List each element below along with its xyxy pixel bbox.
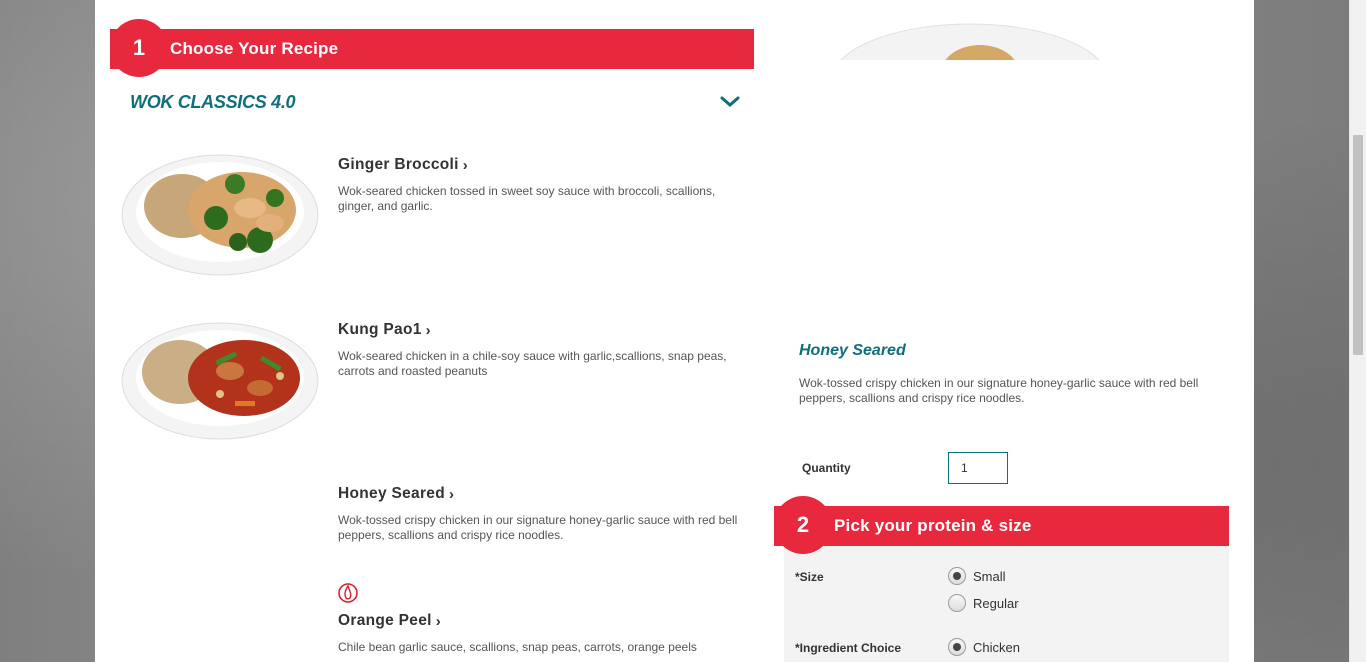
size-option-small[interactable]: Small [948, 567, 1006, 585]
step2-number: 2 [774, 496, 832, 554]
recipe-description: Chile bean garlic sauce, scallions, snap… [338, 640, 697, 654]
quantity-label: Quantity [802, 461, 851, 475]
recipe-name[interactable]: Kung Pao1 [338, 321, 422, 339]
category-toggle[interactable]: WOK CLASSICS 4.0 [130, 88, 740, 116]
chevron-right-icon: › [448, 485, 455, 503]
recipe-description: Wok-seared chicken in a chile-soy sauce … [338, 349, 727, 378]
selected-recipe-image [840, 23, 1100, 60]
chevron-down-icon[interactable] [720, 96, 740, 108]
ginger-broccoli-image[interactable] [120, 148, 320, 280]
kung-pao-image[interactable] [120, 316, 320, 444]
radio-label: Small [973, 568, 1006, 584]
radio-button[interactable] [948, 567, 966, 585]
detail-title: Honey Seared [799, 342, 906, 359]
recipe-name[interactable]: Ginger Broccoli [338, 156, 459, 174]
chevron-right-icon: › [435, 612, 442, 630]
recipe-name-link[interactable]: Kung Pao1 › [338, 321, 748, 339]
chevron-right-icon: › [425, 321, 431, 339]
category-name: WOK CLASSICS 4.0 [130, 91, 296, 112]
recipe-description: Wok-tossed crispy chicken in our signatu… [338, 513, 738, 542]
recipe-name-link[interactable]: Orange Peel › [338, 612, 748, 630]
size-option-regular[interactable]: Regular [948, 594, 1019, 612]
radio-label: Chicken [973, 639, 1020, 655]
recipe-name[interactable]: Honey Seared [338, 485, 445, 503]
radio-button[interactable] [948, 638, 966, 656]
step2-banner: 2 Pick your protein & size [774, 496, 1229, 554]
recipe-name-link[interactable]: Honey Seared › [338, 485, 748, 503]
page-content: 1 Choose Your Recipe WOK CLASSICS 4.0 Gi… [95, 0, 1254, 662]
spicy-icon [338, 583, 358, 603]
recipe-name[interactable]: Orange Peel [338, 612, 432, 630]
recipe-name-link[interactable]: Ginger Broccoli › [338, 156, 748, 174]
radio-label: Regular [973, 595, 1019, 611]
recipe-item-ginger-broccoli[interactable]: Ginger Broccoli › Wok-seared chicken tos… [338, 156, 748, 214]
size-label: *Size [795, 570, 824, 584]
detail-description: Wok-tossed crispy chicken in our signatu… [799, 376, 1199, 405]
ingredient-option-chicken[interactable]: Chicken [948, 638, 1020, 656]
recipe-item-kung-pao[interactable]: Kung Pao1 › Wok-seared chicken in a chil… [338, 321, 748, 379]
step1-banner: 1 Choose Your Recipe [110, 19, 754, 77]
step1-number: 1 [110, 19, 168, 77]
recipe-item-honey-seared[interactable]: Honey Seared › Wok-tossed crispy chicken… [338, 485, 748, 543]
recipe-item-orange-peel[interactable]: Orange Peel › Chile bean garlic sauce, s… [338, 612, 748, 655]
radio-button[interactable] [948, 594, 966, 612]
quantity-input[interactable] [948, 452, 1008, 484]
chevron-right-icon: › [462, 156, 469, 174]
page-scrollbar[interactable] [1349, 0, 1366, 662]
step2-title: Pick your protein & size [834, 516, 1032, 535]
step1-title: Choose Your Recipe [170, 39, 339, 58]
scrollbar-thumb[interactable] [1353, 135, 1363, 355]
recipe-description: Wok-seared chicken tossed in sweet soy s… [338, 184, 716, 213]
ingredient-choice-label: *Ingredient Choice [795, 641, 902, 655]
